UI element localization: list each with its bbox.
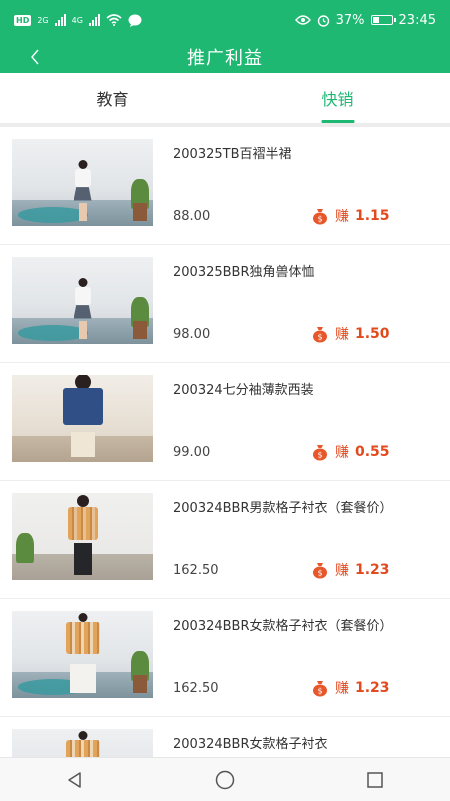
- signal-icon: [88, 14, 100, 26]
- signal-icon: [54, 14, 66, 26]
- product-name: 200324BBR男款格子衬衣（套餐价）: [173, 501, 393, 516]
- product-thumbnail[interactable]: [12, 729, 153, 757]
- recents-square-icon: [367, 771, 383, 788]
- system-nav-bar: [0, 757, 450, 801]
- earn-label: 赚: [335, 681, 349, 697]
- product-thumbnail[interactable]: [12, 611, 153, 698]
- product-name: 200324BBR女款格子衬衣（套餐价）: [173, 619, 393, 634]
- earn-value: 0.55: [355, 444, 390, 460]
- earn-label: 赚: [335, 563, 349, 579]
- product-thumbnail[interactable]: [12, 139, 153, 226]
- earn-badge: $ 赚 0.55: [311, 442, 390, 462]
- tab-fast-sale[interactable]: 快销: [225, 73, 450, 123]
- svg-text:$: $: [317, 333, 322, 342]
- status-left: HD 2G 4G: [14, 14, 142, 27]
- sim2-label: 4G: [71, 15, 83, 25]
- svg-text:$: $: [317, 569, 322, 578]
- system-recents-button[interactable]: [355, 760, 395, 800]
- nav-bar: 推广利益: [0, 40, 450, 73]
- clock: 23:45: [398, 12, 436, 28]
- product-list[interactable]: 200325TB百褶半裙 88.00 $ 赚 1.15 200325BBR独角兽…: [0, 127, 450, 757]
- home-circle-icon: [215, 770, 235, 789]
- product-thumbnail[interactable]: [12, 493, 153, 580]
- battery-fill: [372, 17, 380, 23]
- tab-education[interactable]: 教育: [0, 73, 225, 123]
- earn-label: 赚: [335, 445, 349, 461]
- list-item[interactable]: 200324七分袖薄款西装 99.00 $ 赚 0.55: [0, 363, 450, 481]
- wifi-icon: [106, 14, 122, 26]
- product-price: 162.50: [173, 681, 219, 696]
- money-bag-icon: $: [313, 563, 327, 579]
- product-name: 200324BBR女款格子衬衣: [173, 737, 328, 752]
- earn-label: 赚: [335, 327, 349, 343]
- product-thumbnail[interactable]: [12, 375, 153, 462]
- money-bag-icon: $: [313, 681, 327, 697]
- sim1-label: 2G: [37, 15, 49, 25]
- status-bar: HD 2G 4G 37% 23:45: [0, 0, 450, 40]
- earn-value: 1.15: [355, 208, 390, 224]
- list-item[interactable]: 200324BBR女款格子衬衣（套餐价） 162.50 $ 赚 1.23: [0, 599, 450, 717]
- money-bag-icon: $: [313, 445, 327, 461]
- product-name: 200324七分袖薄款西装: [173, 383, 314, 398]
- list-item[interactable]: 200324BBR男款格子衬衣（套餐价） 162.50 $ 赚 1.23: [0, 481, 450, 599]
- earn-badge: $ 赚 1.23: [311, 678, 390, 698]
- earn-badge: $ 赚 1.15: [311, 206, 390, 226]
- product-thumbnail[interactable]: [12, 257, 153, 344]
- money-bag-icon: $: [313, 209, 327, 225]
- hd-icon: HD: [14, 14, 32, 26]
- eye-icon: [294, 15, 311, 25]
- battery-icon: [370, 15, 396, 25]
- svg-text:$: $: [317, 215, 322, 224]
- battery-percent: 37%: [335, 12, 365, 28]
- list-item[interactable]: 200325BBR独角兽体恤 98.00 $ 赚 1.50: [0, 245, 450, 363]
- money-bag-icon: $: [313, 327, 327, 343]
- category-tabs: 教育 快销: [0, 73, 450, 123]
- product-price: 162.50: [173, 563, 219, 578]
- page-title: 推广利益: [187, 47, 263, 69]
- earn-label: 赚: [335, 209, 349, 225]
- product-price: 99.00: [173, 445, 211, 460]
- svg-text:$: $: [317, 687, 322, 696]
- earn-badge: $ 赚 1.23: [311, 560, 390, 580]
- list-item[interactable]: 200325TB百褶半裙 88.00 $ 赚 1.15: [0, 127, 450, 245]
- back-triangle-icon: [68, 771, 81, 788]
- system-back-button[interactable]: [55, 760, 95, 800]
- chat-icon: [128, 14, 142, 27]
- system-home-button[interactable]: [205, 760, 245, 800]
- status-right: 37% 23:45: [294, 12, 436, 28]
- product-price: 98.00: [173, 327, 211, 342]
- product-name: 200325BBR独角兽体恤: [173, 265, 315, 280]
- product-price: 88.00: [173, 209, 211, 224]
- list-item[interactable]: 200324BBR女款格子衬衣: [0, 717, 450, 757]
- earn-value: 1.23: [355, 562, 390, 578]
- earn-value: 1.23: [355, 680, 390, 696]
- earn-badge: $ 赚 1.50: [311, 324, 390, 344]
- product-name: 200325TB百褶半裙: [173, 147, 292, 162]
- earn-value: 1.50: [355, 326, 390, 342]
- svg-text:$: $: [317, 451, 322, 460]
- alarm-icon: [317, 14, 329, 27]
